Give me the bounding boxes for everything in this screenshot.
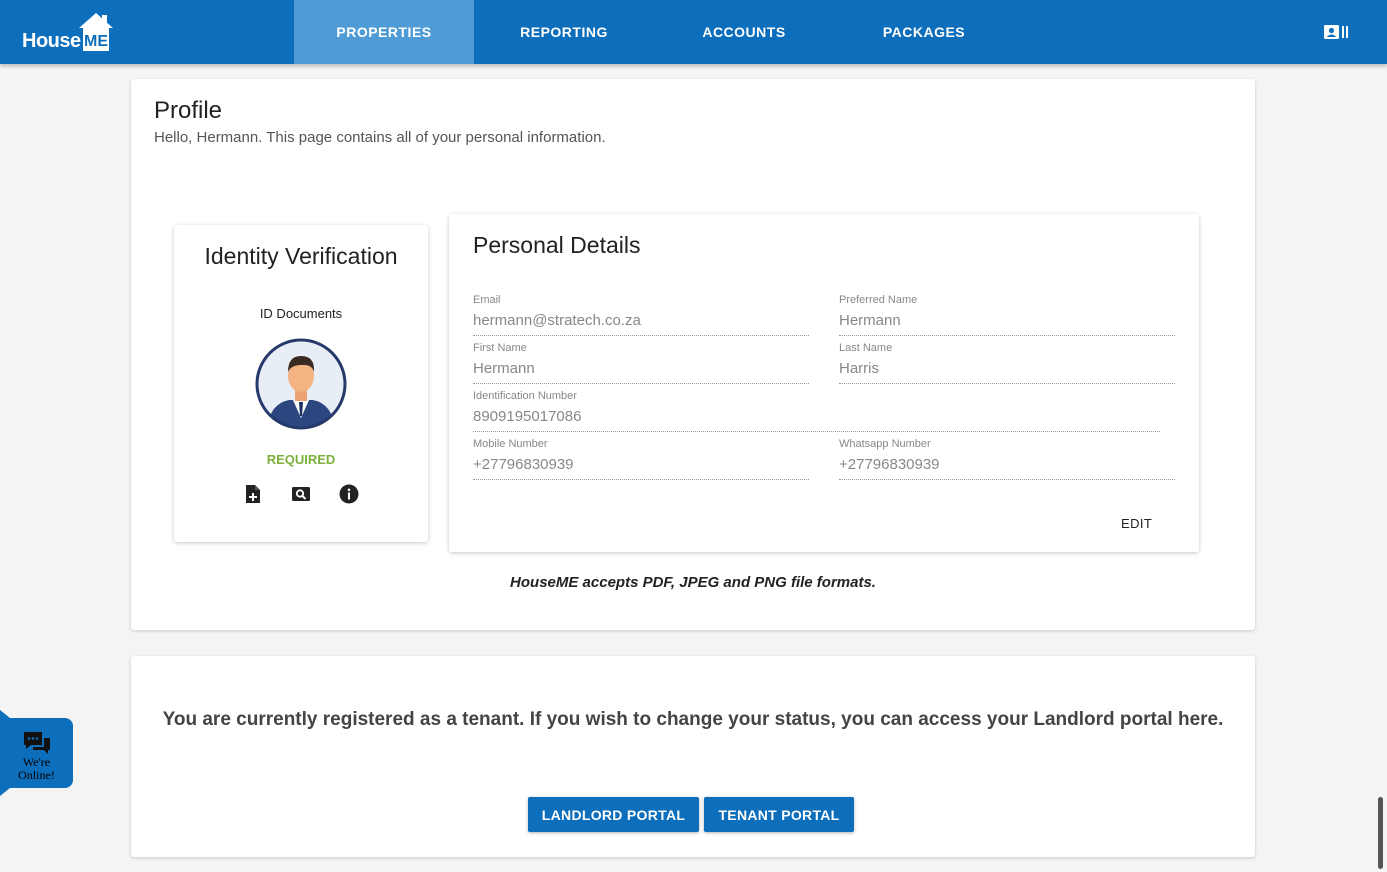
first-name-label: First Name <box>473 342 527 354</box>
whatsapp-number-label: Whatsapp Number <box>839 438 931 450</box>
logo-house-icon: ME <box>79 13 113 51</box>
preferred-name-value[interactable]: Hermann <box>839 312 901 329</box>
scrollbar[interactable] <box>1378 797 1383 869</box>
top-navbar: House ME PROPERTIES REPORTING ACCOUNTS P… <box>0 0 1387 64</box>
field-underline <box>473 335 809 336</box>
search-document-icon[interactable] <box>291 484 311 504</box>
chat-bubbles-icon <box>24 732 50 754</box>
identity-title: Identity Verification <box>204 243 398 269</box>
chat-widget[interactable]: We're Online! <box>0 718 73 788</box>
preferred-name-label: Preferred Name <box>839 294 918 306</box>
personal-details-title: Personal Details <box>473 232 641 258</box>
nav-tab-properties[interactable]: PROPERTIES <box>294 0 474 64</box>
id-number-label: Identification Number <box>473 390 577 402</box>
nav-tab-reporting[interactable]: REPORTING <box>474 0 654 64</box>
nav-tab-accounts[interactable]: ACCOUNTS <box>654 0 834 64</box>
chat-tail <box>0 788 10 796</box>
last-name-value[interactable]: Harris <box>839 360 879 377</box>
email-value[interactable]: hermann@stratech.co.za <box>473 312 641 329</box>
field-underline <box>473 383 809 384</box>
houseme-logo[interactable]: House ME <box>22 12 114 54</box>
file-formats-note: HouseME accepts PDF, JPEG and PNG file f… <box>510 574 876 591</box>
avatar-icon <box>255 338 347 430</box>
email-label: Email <box>473 294 501 306</box>
personal-details-card: Personal Details Email hermann@stratech.… <box>449 214 1199 552</box>
info-icon[interactable] <box>339 484 359 504</box>
chat-tail <box>0 710 10 718</box>
verification-status: REQUIRED <box>266 452 336 467</box>
last-name-label: Last Name <box>839 342 893 354</box>
identity-verification-card: Identity Verification ID Documents REQUI… <box>174 225 428 542</box>
mobile-number-value[interactable]: +27796830939 <box>473 456 574 473</box>
landlord-portal-button[interactable]: LANDLORD PORTAL <box>528 797 699 832</box>
chat-label-line2: Online! <box>18 768 55 782</box>
mobile-number-label: Mobile Number <box>473 438 548 450</box>
field-underline <box>839 479 1175 480</box>
tenant-portal-button[interactable]: TENANT PORTAL <box>704 797 854 832</box>
whatsapp-number-value[interactable]: +27796830939 <box>839 456 940 473</box>
edit-button[interactable]: EDIT <box>1121 516 1152 531</box>
page-subtitle: Hello, Hermann. This page contains all o… <box>154 129 606 146</box>
add-document-icon[interactable] <box>243 484 263 504</box>
contact-card-icon[interactable] <box>1323 23 1349 41</box>
field-underline <box>839 383 1175 384</box>
page-title: Profile <box>154 97 223 124</box>
first-name-value[interactable]: Hermann <box>473 360 535 377</box>
id-number-value[interactable]: 8909195017086 <box>473 408 581 425</box>
nav-tab-packages[interactable]: PACKAGES <box>834 0 1014 64</box>
logo-suffix: ME <box>84 33 108 50</box>
tenant-status-message: You are currently registered as a tenant… <box>162 709 1224 730</box>
id-documents-label: ID Documents <box>259 306 343 321</box>
chat-label: We're Online! <box>0 756 73 782</box>
field-underline <box>839 335 1175 336</box>
field-underline <box>473 431 1160 432</box>
logo-text: House <box>22 30 81 52</box>
field-underline <box>473 479 809 480</box>
tenant-status-card: You are currently registered as a tenant… <box>131 656 1255 857</box>
